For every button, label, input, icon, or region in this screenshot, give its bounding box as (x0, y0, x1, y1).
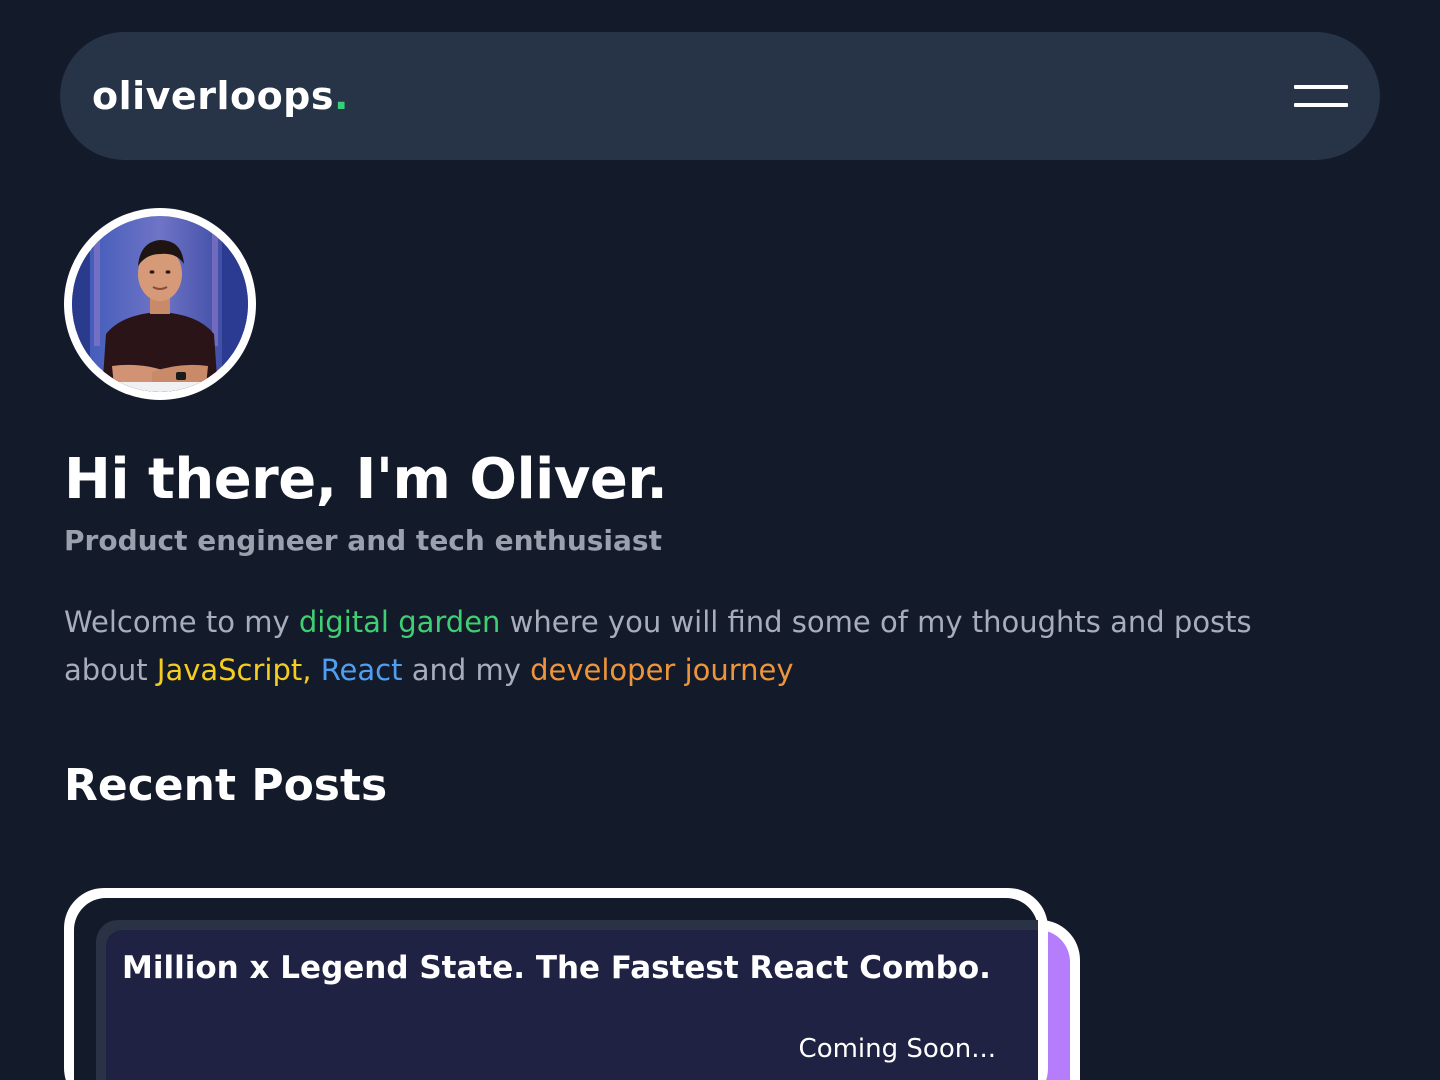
avatar-photo (72, 216, 248, 392)
post-card-content: Million x Legend State. The Fastest Reac… (106, 930, 1038, 1080)
site-logo[interactable]: oliverloops. (92, 77, 349, 115)
page: oliverloops. Hi there, I'm Oliver. Produ… (0, 0, 1440, 1080)
logo-text: oliverloops (92, 74, 334, 118)
post-card-body: Million x Legend State. The Fastest Reac… (96, 920, 1038, 1080)
post-card-frame: Million x Legend State. The Fastest Reac… (74, 898, 1038, 1080)
link-digital-garden[interactable]: digital garden (299, 605, 501, 639)
menu-line-top (1294, 85, 1348, 89)
intro-text-1: Welcome to my (64, 605, 299, 639)
post-title[interactable]: Million x Legend State. The Fastest Reac… (122, 950, 991, 986)
intro-text-3 (311, 653, 320, 687)
hamburger-menu-icon[interactable] (1294, 85, 1348, 107)
post-status: Coming Soon... (798, 1034, 996, 1064)
intro-paragraph: Welcome to my digital garden where you w… (64, 598, 1344, 694)
intro-text-4: and my (402, 653, 531, 687)
menu-line-bottom (1294, 103, 1348, 107)
link-react[interactable]: React (321, 653, 403, 687)
avatar (64, 208, 256, 400)
page-subtitle: Product engineer and tech enthusiast (64, 524, 662, 557)
avatar-portrait-icon (72, 216, 248, 392)
logo-dot: . (334, 74, 349, 118)
navbar: oliverloops. (60, 32, 1380, 160)
link-developer-journey[interactable]: developer journey (530, 653, 793, 687)
page-title: Hi there, I'm Oliver. (64, 447, 668, 512)
recent-posts-heading: Recent Posts (64, 760, 388, 811)
link-javascript[interactable]: JavaScript, (157, 653, 312, 687)
post-card[interactable]: Million x Legend State. The Fastest Reac… (64, 888, 1048, 1080)
